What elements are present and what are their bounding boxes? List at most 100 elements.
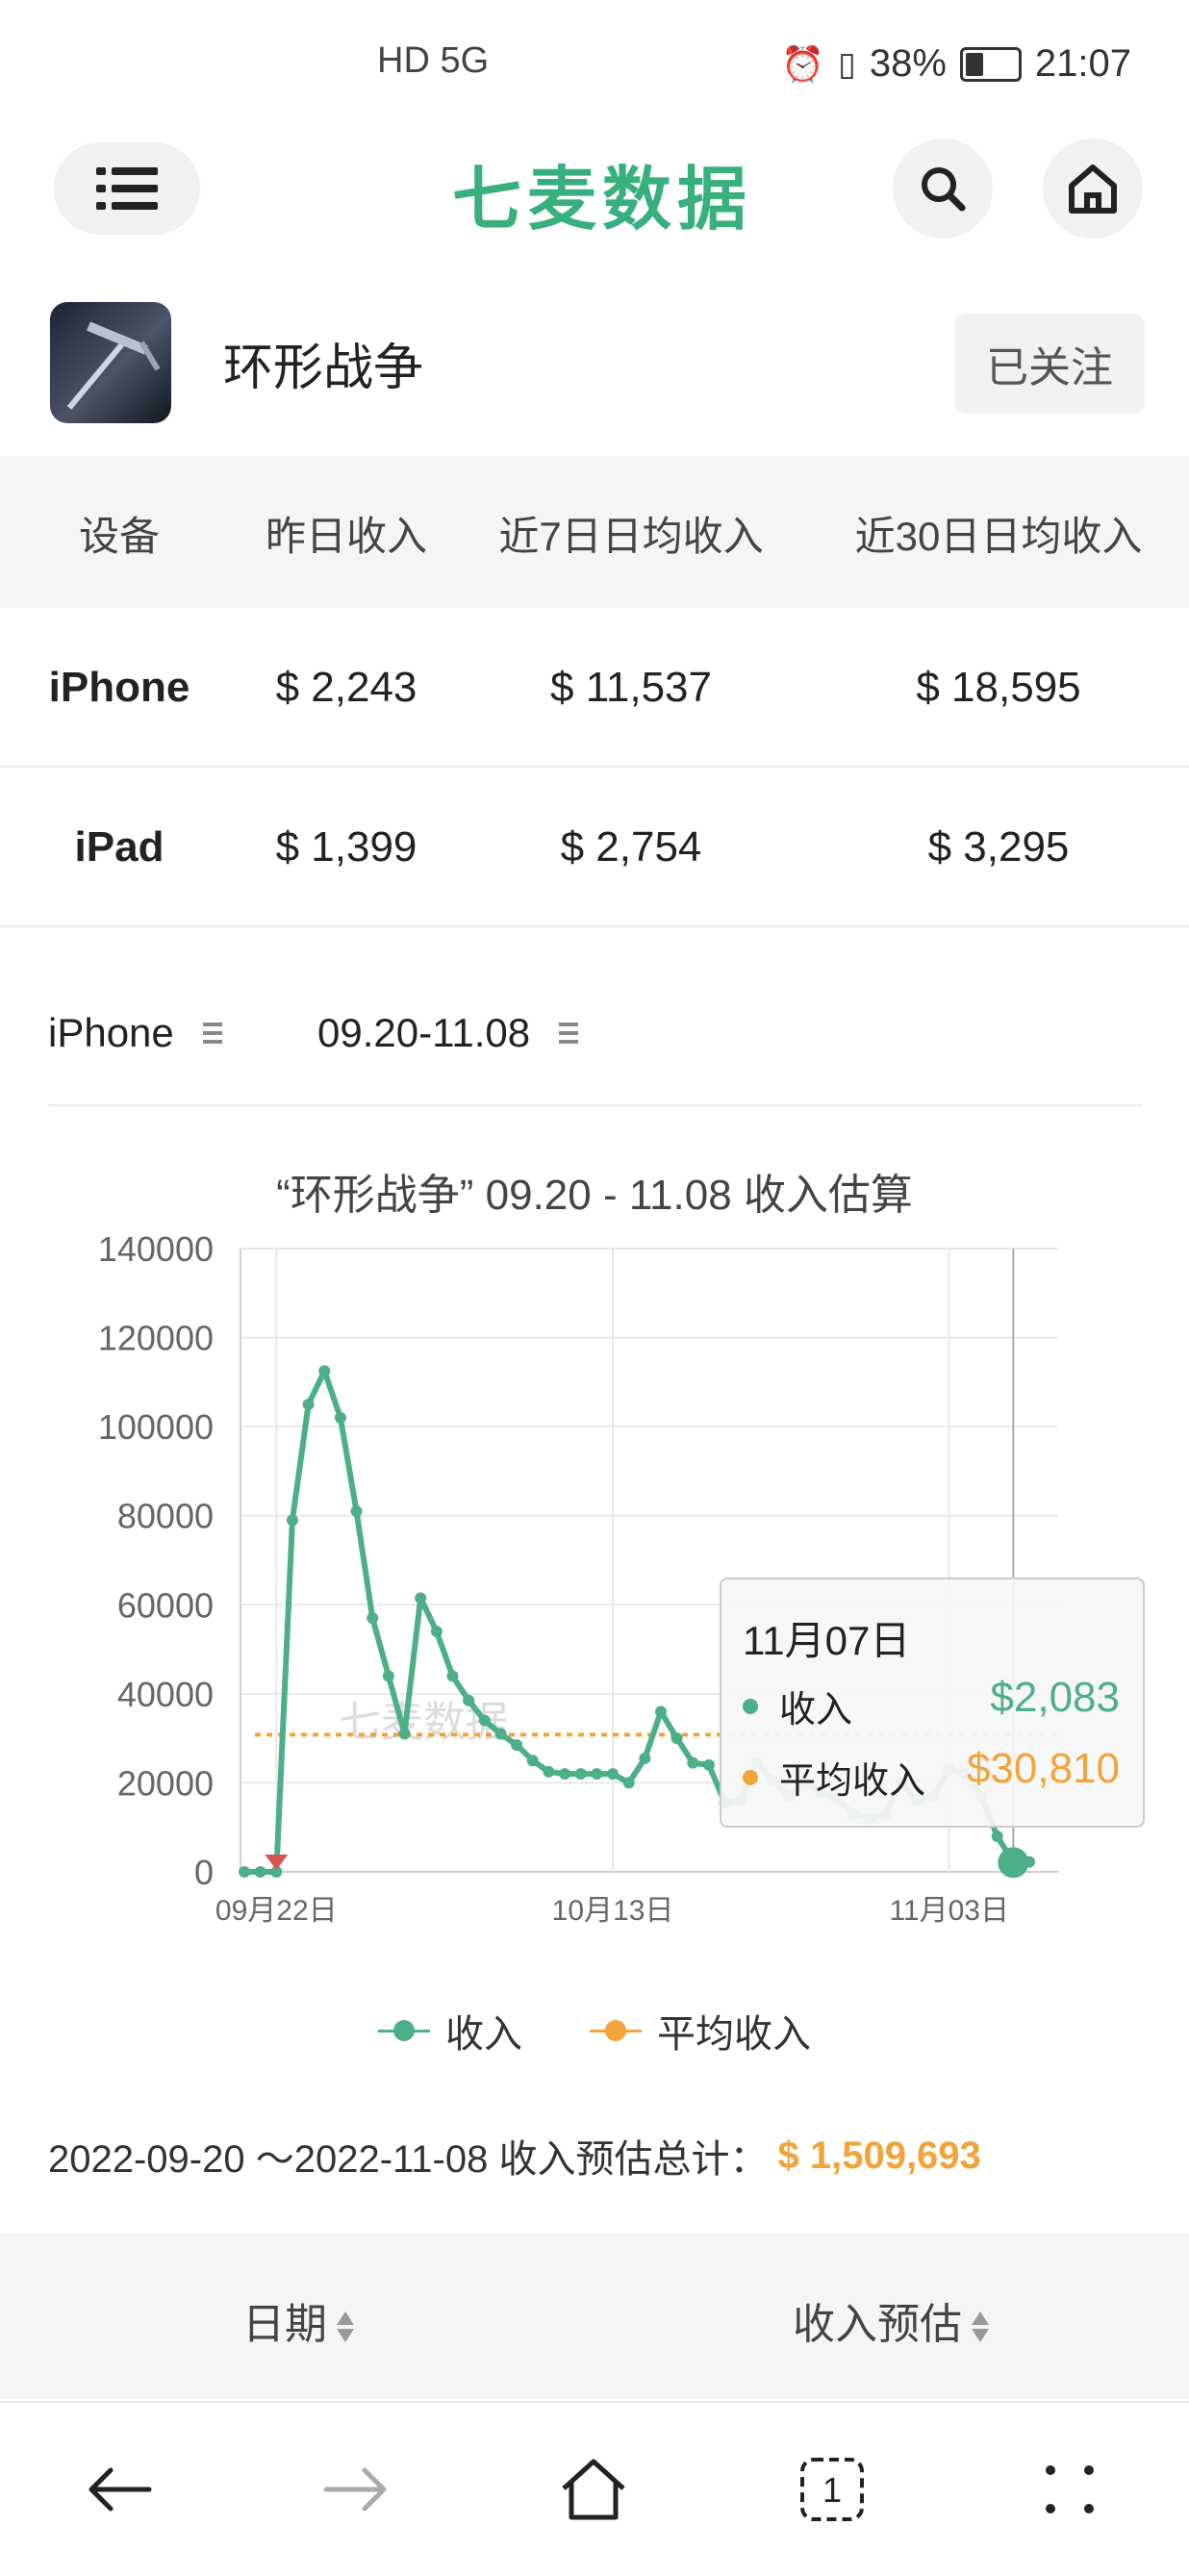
revenue-point — [398, 1728, 411, 1740]
legend-label: 收入 — [445, 2013, 522, 2056]
row-avg30: $ 3,295 — [927, 823, 1070, 871]
dropdown-icon — [202, 1023, 222, 1044]
menu-button[interactable] — [54, 142, 200, 235]
date-range-filter[interactable]: 09.20-11.08 — [317, 1010, 579, 1056]
dropdown-icon — [559, 1023, 579, 1044]
row-avg30: $ 18,595 — [916, 664, 1081, 711]
revenue-point — [622, 1777, 635, 1789]
status-bar: HD 5G ⏰ ▯ 38% 21:07 — [0, 0, 1189, 125]
sort-icon — [972, 2308, 989, 2346]
header-avg7: 近7日日均收入 — [498, 514, 764, 559]
clock: 21:07 — [1034, 42, 1131, 85]
chart-tooltip: 11月07日 收入 $2,083 平均收入 $30,810 — [720, 1578, 1145, 1828]
row-device: iPad — [74, 823, 164, 871]
avg-dot-icon — [743, 1769, 758, 1785]
search-button[interactable] — [893, 139, 993, 239]
header-yesterday: 昨日收入 — [265, 514, 428, 559]
revenue-point — [702, 1758, 715, 1771]
row-avg7: $ 2,754 — [560, 823, 702, 871]
tabs-button[interactable]: 1 — [784, 2441, 880, 2538]
tooltip-avg-label: 平均收入 — [779, 1761, 926, 1802]
more-dots-icon — [1046, 2465, 1094, 2513]
divider — [48, 1104, 1143, 1106]
more-menu-button[interactable] — [1022, 2441, 1118, 2538]
header-avg30: 近30日日均收入 — [854, 514, 1143, 559]
revenue-point — [991, 1830, 1003, 1842]
revenue-point — [559, 1768, 571, 1780]
follow-button[interactable]: 已关注 — [954, 314, 1145, 414]
revenue-point — [367, 1612, 379, 1625]
network-status: HD 5G — [377, 40, 490, 81]
list-icon — [96, 167, 158, 210]
y-tick-label: 20000 — [117, 1763, 214, 1803]
detail-table-header: 日期 收入预估 — [0, 2234, 1189, 2399]
battery-icon — [959, 46, 1022, 82]
revenue-point — [526, 1755, 539, 1767]
home-icon — [562, 2459, 625, 2520]
x-tick-label: 10月13日 — [552, 1895, 674, 1927]
revenue-point — [574, 1768, 587, 1780]
tooltip-revenue-row: 收入 — [743, 1679, 852, 1732]
revenue-point — [654, 1705, 667, 1718]
device-filter[interactable]: iPhone — [48, 1010, 222, 1056]
revenue-point — [382, 1670, 394, 1682]
y-tick-label: 80000 — [117, 1497, 214, 1536]
revenue-point — [463, 1694, 475, 1706]
event-marker-icon — [265, 1855, 289, 1870]
revenue-point — [639, 1752, 651, 1764]
y-tick-label: 120000 — [98, 1319, 214, 1358]
revenue-point — [430, 1626, 443, 1638]
tooltip-date: 11月07日 — [743, 1618, 911, 1663]
legend-item-revenue[interactable]: 收入 — [378, 2003, 522, 2058]
date-range-label: 09.20-11.08 — [317, 1010, 531, 1055]
home-nav-button[interactable] — [545, 2441, 642, 2538]
revenue-dot-icon — [743, 1698, 758, 1714]
revenue-point — [607, 1768, 620, 1780]
home-button[interactable] — [1043, 139, 1143, 239]
y-tick-label: 60000 — [117, 1585, 214, 1625]
y-tick-label: 0 — [194, 1853, 214, 1892]
chart-legend: 收入 平均收入 — [0, 2003, 1189, 2058]
row-yesterday: $ 1,399 — [275, 823, 417, 871]
header-device: 设备 — [78, 514, 161, 559]
revenue-point — [511, 1739, 523, 1752]
row-avg7: $ 11,537 — [549, 664, 713, 711]
sort-by-date[interactable]: 日期 — [242, 2289, 354, 2351]
summary-table-header: 设备 昨日收入 近7日日均收入 近30日日均收入 — [0, 456, 1189, 608]
revenue-point — [318, 1365, 331, 1377]
legend-label: 平均收入 — [657, 2013, 811, 2056]
forward-button[interactable] — [308, 2441, 404, 2538]
revenue-point — [670, 1732, 683, 1745]
alarm-icon: ⏰ — [781, 43, 825, 84]
revenue-point — [239, 1866, 250, 1878]
legend-item-average[interactable]: 平均收入 — [590, 2003, 811, 2058]
revenue-point — [415, 1592, 427, 1604]
x-tick-label: 11月03日 — [889, 1895, 1009, 1927]
app-name: 环形战争 — [223, 341, 424, 396]
revenue-point — [302, 1399, 315, 1410]
revenue-point — [494, 1728, 507, 1740]
revenue-point-highlight — [998, 1847, 1029, 1879]
revenue-point — [286, 1514, 298, 1527]
sort-by-revenue[interactable]: 收入预估 — [793, 2289, 989, 2351]
revenue-point — [591, 1768, 603, 1780]
total-amount: $ 1,509,693 — [777, 2134, 981, 2177]
back-button[interactable] — [71, 2441, 167, 2538]
tooltip-avg-value: $30,810 — [966, 1745, 1120, 1792]
y-tick-label: 140000 — [98, 1229, 214, 1269]
revenue-total: 2022-09-20 ～2022-11-08 收入预估总计： $ 1,509,6… — [48, 2128, 981, 2184]
tooltip-revenue-value: $2,083 — [990, 1674, 1120, 1721]
device-filter-label: iPhone — [48, 1010, 174, 1055]
tooltip-revenue-label: 收入 — [779, 1690, 853, 1730]
site-logo[interactable]: 七麦数据 — [452, 144, 760, 240]
revenue-point — [478, 1714, 491, 1727]
browser-nav-bar: 1 — [0, 2401, 1189, 2576]
total-label: 2022-09-20 ～2022-11-08 收入预估总计： — [48, 2138, 769, 2181]
home-icon — [1069, 164, 1117, 214]
tabs-icon: 1 — [800, 2458, 864, 2521]
x-tick-label: 09月22日 — [215, 1895, 338, 1927]
revenue-point — [446, 1670, 459, 1682]
back-arrow-icon — [89, 2467, 152, 2512]
sort-icon — [337, 2308, 354, 2346]
row-device: iPhone — [48, 664, 190, 711]
